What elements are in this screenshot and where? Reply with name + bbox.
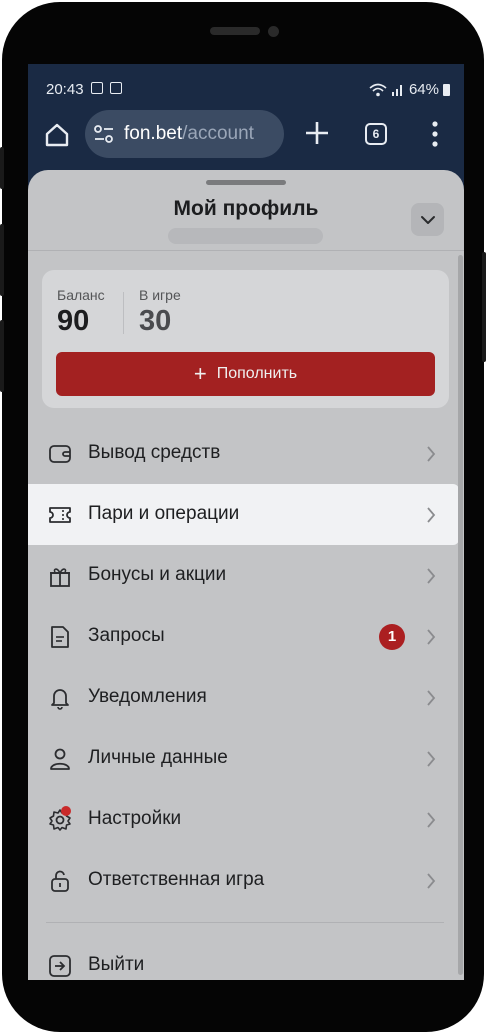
lock-icon [51,870,69,892]
chevron-right-icon [427,751,436,767]
url-path: /account [182,123,254,144]
phone-side-button [0,224,4,296]
status-right: 64% [369,81,450,98]
chevron-right-icon [427,507,436,523]
topup-label: Пополнить [216,365,298,382]
phone-power-button [482,252,486,362]
ticket-icon [49,507,71,523]
menu-item-label: Запросы [88,625,165,646]
scrollbar[interactable] [458,255,463,975]
tab-count: 6 [372,127,380,141]
document-icon [51,626,69,648]
menu-item-settings[interactable]: Настройки [28,789,464,850]
battery-icon [443,83,450,96]
chevron-right-icon [427,446,436,462]
chevron-right-icon [427,690,436,706]
status-bar: 20:43 64% [28,64,464,110]
menu-item-label: Личные данные [88,747,228,768]
menu-divider [46,922,444,923]
balance-label: Баланс [57,287,105,303]
menu-item-personal-data[interactable]: Личные данные [28,728,464,789]
signal-icon [391,84,402,96]
bell-icon [51,689,69,710]
app-notification-icon [110,82,122,94]
drag-handle[interactable] [206,180,286,185]
menu-item-bets[interactable]: Пари и операции [28,484,459,545]
profile-menu: Вывод средств Пари и операции Бонусы и а… [28,423,464,911]
browser-toolbar: fon.bet/account 6 [28,110,464,170]
tabs-icon[interactable]: 6 [365,123,387,145]
menu-item-label: Настройки [88,808,182,829]
menu-item-label: Бонусы и акции [88,564,227,585]
menu-item-label: Пари и операции [88,503,240,524]
wallet-icon [49,445,71,463]
in-game-label: В игре [139,287,181,303]
balance-divider [123,292,124,334]
screen: 20:43 64% fon.bet/account 6 Мой профиль … [28,64,464,980]
wifi-icon [369,83,387,96]
menu-item-label: Вывод средств [88,442,221,463]
menu-item-label: Ответственная игра [88,869,265,890]
url-domain: fon.bet [124,123,183,144]
logout-icon [49,955,71,977]
header-divider [28,250,464,251]
person-icon [50,748,70,770]
status-time: 20:43 [46,81,84,98]
logout-item[interactable]: Выйти [28,935,464,980]
phone-side-button [0,320,4,392]
battery-percent: 64% [408,81,439,98]
phone-speaker [210,27,260,35]
sheet-title: Мой профиль [173,197,319,220]
menu-item-bonuses[interactable]: Бонусы и акции [28,545,464,606]
menu-item-requests[interactable]: Запросы 1 [28,606,464,667]
collapse-button[interactable] [411,203,444,236]
requests-count-badge: 1 [379,624,405,650]
balance-value: 90 [57,305,90,337]
more-icon[interactable] [425,120,445,148]
url-text: fon.bet/account [124,123,254,145]
chevron-right-icon [427,873,436,889]
phone-frame: 20:43 64% fon.bet/account 6 Мой профиль … [0,2,486,1032]
profile-sheet: Мой профиль Баланс 90 В игре 30 + Пополн… [28,170,464,980]
menu-item-label: Уведомления [88,686,207,707]
chevron-down-icon [420,215,435,224]
site-settings-icon[interactable] [94,125,114,143]
phone-camera [268,26,279,37]
home-icon[interactable] [42,120,72,150]
logout-label: Выйти [88,954,145,975]
chevron-right-icon [427,568,436,584]
new-tab-icon[interactable] [304,120,330,146]
settings-alert-dot [61,806,71,816]
menu-item-responsible-gaming[interactable]: Ответственная игра [28,850,464,911]
chevron-right-icon [427,812,436,828]
in-game-value: 30 [139,305,172,337]
phone-side-button [0,147,4,189]
balance-card: Баланс 90 В игре 30 + Пополнить [42,270,449,408]
gift-icon [50,568,70,587]
chevron-right-icon [427,629,436,645]
plus-icon: + [193,361,207,386]
account-id-blurred [168,228,323,244]
menu-item-withdraw[interactable]: Вывод средств [28,423,464,484]
topup-button[interactable]: + Пополнить [56,352,435,396]
address-bar[interactable]: fon.bet/account [85,110,284,158]
gallery-icon [91,82,103,94]
menu-item-notifications[interactable]: Уведомления [28,667,464,728]
